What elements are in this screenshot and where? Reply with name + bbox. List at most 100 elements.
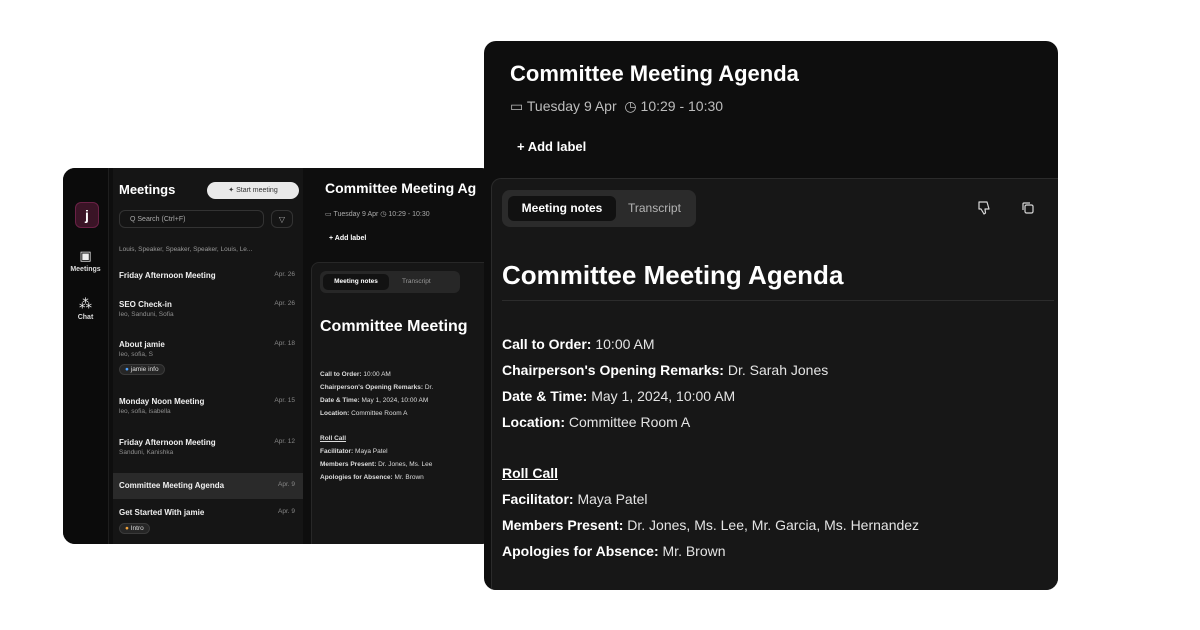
line-key: Members Present: [502,517,624,533]
meeting-detail-panel: Committee Meeting Ag ▭ Tuesday 9 Apr ◷ 1… [309,168,493,544]
line-value: Dr. Sarah Jones [727,362,829,378]
tag-badge[interactable]: ● jamie info [119,364,165,375]
zoomed-meeting-window: Committee Meeting Agenda ▭ Tuesday 9 Apr… [484,41,1058,590]
line-value: 10:00 AM [363,371,391,378]
add-label-button[interactable]: + Add label [329,235,366,242]
line-value: Maya Patel [577,491,648,507]
meeting-title: Get Started With jamie [119,508,205,517]
meeting-date: Apr. 18 [274,340,295,347]
meetings-list-panel: Meetings ✦ Start meeting Q Search (Ctrl+… [113,168,303,544]
search-input[interactable]: Q Search (Ctrl+F) [119,210,264,228]
copy-icon[interactable] [1020,200,1036,220]
calendar-icon: ▭ [325,211,332,218]
notes-line: Call to Order: 10:00 AM [320,371,391,378]
detail-datetime: ▭ Tuesday 9 Apr ◷ 10:29 - 10:30 [325,210,430,218]
list-item[interactable]: About jamie Apr. 18 leo, sofia, S ● jami… [113,340,303,386]
app-logo: j [75,202,99,228]
tag-badge[interactable]: ● Intro [119,523,150,534]
line-key: Date & Time: [320,397,360,404]
meeting-title: Committee Meeting Agenda [510,61,799,86]
line-key: Facilitator: [320,448,354,455]
notes-line: Facilitator: Maya Patel [320,448,388,455]
notes-line: Apologies for Absence: Mr. Brown [320,474,424,481]
chat-icon: ⁂ [79,296,92,311]
list-item[interactable]: Get Started With jamie Apr. 9 ● Intro [113,508,303,544]
tab-group: Meeting notes Transcript [502,190,696,227]
meeting-title: Committee Meeting Agenda [119,481,225,490]
meeting-time: 10:29 - 10:30 [640,98,724,114]
participants-row: Louis, Speaker, Speaker, Speaker, Louis,… [119,246,253,253]
meeting-date: Apr. 15 [274,397,295,404]
list-item[interactable]: Friday Afternoon Meeting Apr. 12 Sanduni… [113,438,303,466]
notes-line: Call to Order: 10:00 AM [502,336,655,352]
line-key: Apologies for Absence: [320,474,393,481]
tab-meeting-notes[interactable]: Meeting notes [508,196,616,221]
tab-meeting-notes[interactable]: Meeting notes [323,274,389,290]
list-item[interactable]: Friday Afternoon Meeting Apr. 26 [113,271,303,293]
notes-line: Members Present: Dr. Jones, Ms. Lee, Mr.… [502,517,919,533]
meeting-date: Tuesday 9 Apr [526,98,617,114]
line-value: Mr. Brown [662,543,726,559]
calendar-icon: ▭ [510,98,524,114]
notes-line: Chairperson's Opening Remarks: Dr. [320,384,433,391]
meeting-date: Apr. 26 [274,271,295,278]
list-title: Meetings [119,182,176,197]
rail-label: Meetings [70,266,101,273]
meeting-date: Apr. 26 [274,300,295,307]
tag-label: jamie info [130,366,159,373]
tab-group: Meeting notes Transcript [320,271,460,293]
line-key: Chairperson's Opening Remarks: [502,362,724,378]
tag-dot-icon: ● [125,525,129,532]
thumbs-down-icon[interactable] [976,200,992,220]
line-value: Dr. [424,384,434,391]
tag-dot-icon: ● [125,366,129,373]
meeting-datetime: ▭ Tuesday 9 Apr ◷ 10:29 - 10:30 [510,98,723,115]
line-key: Roll Call [320,435,347,442]
line-value: Committee Room A [568,414,691,430]
list-item[interactable]: Monday Noon Meeting Apr. 15 leo, sofia, … [113,397,303,425]
notes-line: Date & Time: May 1, 2024, 10:00 AM [502,388,735,404]
meeting-date: Apr. 9 [278,481,295,488]
line-key: Call to Order: [502,336,592,352]
add-label-button[interactable]: + Add label [517,139,586,154]
line-key: Date & Time: [502,388,588,404]
rail-label: Chat [77,314,94,321]
notes-title: Committee Meeting [320,318,468,335]
calendar-icon: ▣ [79,248,92,263]
detail-time: 10:29 - 10:30 [388,211,430,218]
line-value: 10:00 AM [595,336,655,352]
line-value: May 1, 2024, 10:00 AM [591,388,736,404]
list-item-selected[interactable]: Committee Meeting Agenda Apr. 9 [113,473,303,499]
notes-line: Apologies for Absence: Mr. Brown [502,543,726,559]
filter-icon[interactable]: ▽ [271,210,293,228]
line-value: Dr. Jones, Ms. Lee [378,461,433,468]
line-key: Location: [502,414,565,430]
meeting-participants: leo, sofia, S [119,351,153,358]
notes-line: Facilitator: Maya Patel [502,491,648,507]
notes-line: Date & Time: May 1, 2024, 10:00 AM [320,397,428,404]
roll-call-heading: Roll Call [320,435,346,442]
rail-item-chat[interactable]: ⁂ Chat [63,296,108,321]
notes-line: Location: Committee Room A [502,414,690,430]
line-value: Mr. Brown [394,474,424,481]
line-key: Apologies for Absence: [502,543,659,559]
background-app-window: j ▣ Meetings ⁂ Chat Meetings ✦ Start mee… [63,168,493,544]
line-key: Members Present: [320,461,377,468]
clock-icon: ◷ [624,98,637,114]
tab-transcript[interactable]: Transcript [402,274,431,290]
rail-item-meetings[interactable]: ▣ Meetings [63,248,108,273]
line-key: Chairperson's Opening Remarks: [320,384,424,391]
notes-line: Chairperson's Opening Remarks: Dr. Sarah… [502,362,828,378]
meeting-date: Apr. 9 [278,508,295,515]
roll-call-heading: Roll Call [502,465,559,481]
start-meeting-button[interactable]: ✦ Start meeting [207,182,299,199]
divider [502,300,1054,301]
line-key: Location: [320,410,350,417]
notes-line: Location: Committee Room A [320,410,407,417]
line-key: Call to Order: [320,371,362,378]
tab-transcript[interactable]: Transcript [628,196,681,221]
notes-line: Members Present: Dr. Jones, Ms. Lee [320,461,432,468]
list-item[interactable]: SEO Check-in Apr. 26 leo, Sanduni, Sofia [113,300,303,328]
line-value: May 1, 2024, 10:00 AM [361,397,429,404]
meeting-participants: leo, sofia, isabella [119,408,171,415]
